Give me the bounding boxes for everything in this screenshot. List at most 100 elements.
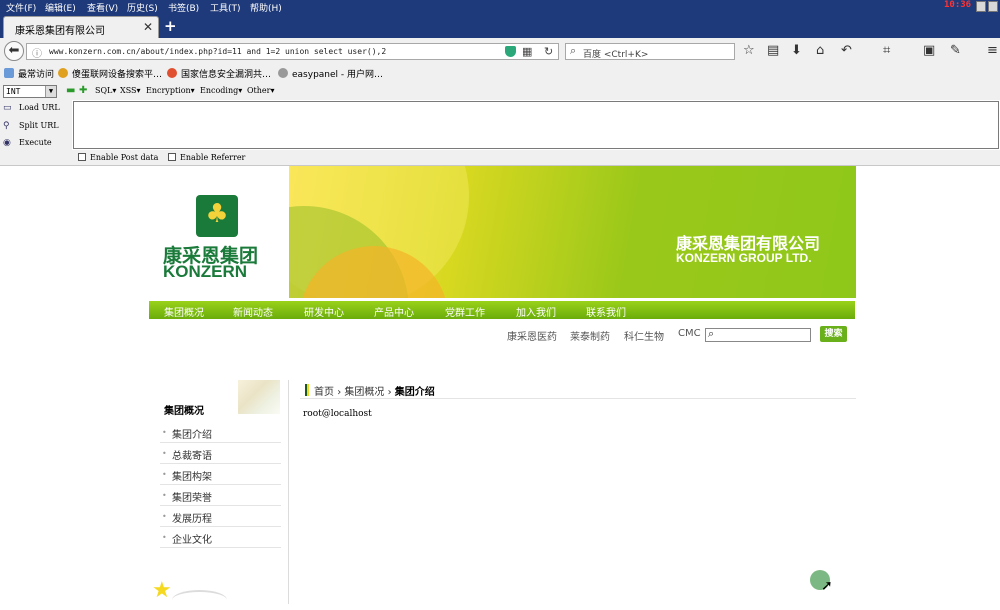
tree-icon: ♣ [205,199,229,229]
tab-strip: 康采恩集团有限公司 ✕ + [0,14,1000,38]
sidebar-item-label: 发展历程 [172,514,212,525]
breadcrumb-marker [305,384,309,396]
chevron-down-icon: ▼ [45,86,56,97]
checkbox-label: Enable Post data [90,153,159,162]
hackbar-type-select[interactable]: INT ▼ [3,85,57,98]
nav-rnd[interactable]: 研发中心 [304,304,344,319]
enable-referrer-checkbox[interactable]: Enable Referrer [168,153,245,162]
menu-bookmarks[interactable]: 书签(B) [168,1,199,14]
tab-konzern[interactable]: 康采恩集团有限公司 ✕ [3,16,159,38]
sidebar-item-label: 企业文化 [172,535,212,546]
close-tab-icon[interactable]: ✕ [143,20,153,34]
site-logo[interactable]: ♣ 康采恩集团 KONZERN [149,166,288,298]
hackbar-menu-sql[interactable]: SQL▾ [95,86,116,95]
nav-products[interactable]: 产品中心 [374,304,414,319]
breadcrumb-section[interactable]: 集团概况 [344,387,384,398]
hackbar-menu-encoding[interactable]: Encoding▾ [200,86,242,95]
bookmark-shodan[interactable]: 傻蛋联网设备搜索平… [58,67,162,80]
restore-icon[interactable] [976,1,986,12]
search-icon: ⌕ [570,44,577,57]
minus-icon[interactable]: ▬ [66,86,75,96]
execute-button[interactable]: ◉ Execute [3,138,52,148]
logo-emblem-icon: ♣ [196,195,238,237]
qr-code-icon[interactable]: ▦ [522,45,532,58]
sublink-pharma[interactable]: 康采恩医药 [507,328,557,343]
enable-post-checkbox[interactable]: Enable Post data [78,153,158,162]
info-icon[interactable]: ⓘ [32,45,42,60]
sidebar-item-history[interactable]: • 发展历程 [160,506,281,527]
sidebar-item-structure[interactable]: • 集团构架 [160,464,281,485]
star-bookmark-icon[interactable]: ☆ [743,43,755,58]
sidebar-item-intro[interactable]: • 集团介绍 [160,422,281,443]
load-url-label: Load URL [19,103,60,112]
bookmark-label: 傻蛋联网设备搜索平… [72,70,163,80]
load-url-button[interactable]: ▭ Load URL [3,103,60,113]
url-text[interactable]: www.konzern.com.cn/about/index.php?id=11… [49,47,386,56]
hackbar-actions: ▭ Load URL ⚲ Split URL ◉ Execute [0,100,72,150]
close-window-icon[interactable] [988,1,998,12]
breadcrumb-home[interactable]: 首页 [314,387,334,398]
home-icon[interactable]: ⌂ [816,43,824,58]
bookmark-label: 最常访问 [18,70,55,80]
menu-help[interactable]: 帮助(H) [250,1,282,14]
hackbar-url-textarea[interactable] [73,101,999,149]
bookmark-easypanel[interactable]: easypanel - 用户网… [278,67,383,80]
sublink-laitai[interactable]: 莱泰制药 [570,328,610,343]
sublink-keren[interactable]: 科仁生物 [624,328,664,343]
globe-icon [278,68,288,78]
globe-icon [167,68,177,78]
crop-icon[interactable]: ⌗ [883,43,890,58]
menu-view[interactable]: 查看(V) [87,1,118,14]
reading-list-icon[interactable]: ▤ [767,43,779,58]
menu-file[interactable]: 文件(F) [6,1,36,14]
execute-icon: ◉ [3,138,11,148]
hackbar-menu-encryption[interactable]: Encryption▾ [146,86,195,95]
sidebar-item-culture[interactable]: • 企业文化 [160,527,281,548]
back-button[interactable]: ⬅ [4,41,24,61]
bullet-icon: • [162,512,167,521]
hamburger-menu-icon[interactable]: ≡ [987,43,998,58]
search-placeholder: 百度 <Ctrl+K> [583,50,649,60]
sidebar-decoration [238,380,280,414]
tab-title: 康采恩集团有限公司 [15,26,105,37]
banner-image: 康采恩集团有限公司 KONZERN GROUP LTD. [289,166,856,298]
url-bar[interactable]: ⓘ www.konzern.com.cn/about/index.php?id=… [26,43,559,60]
checkbox-box[interactable] [168,153,176,161]
search-input[interactable]: ⌕ 百度 <Ctrl+K> [565,43,735,60]
hackbar-options: Enable Post data Enable Referrer [0,150,1000,166]
pen-icon[interactable]: ✎ [950,43,961,58]
sublink-cmc[interactable]: CMC [678,328,701,339]
hackbar-menu-other[interactable]: Other▾ [247,86,275,95]
plus-icon[interactable]: ✚ [79,86,87,96]
split-url-button[interactable]: ⚲ Split URL [3,121,59,131]
checkbox-box[interactable] [78,153,86,161]
nav-news[interactable]: 新闻动态 [233,304,273,319]
new-tab-button[interactable]: + [164,17,177,35]
site-search-button[interactable]: 搜索 [820,326,847,342]
bookmark-most-visited[interactable]: 最常访问 [4,67,54,80]
nav-contact[interactable]: 联系我们 [586,304,626,319]
arrow-left-icon: ⬅ [8,43,20,58]
shield-icon[interactable] [505,46,516,57]
nav-group-overview[interactable]: 集团概况 [164,304,204,319]
sidebar-item-president[interactable]: • 总裁寄语 [160,443,281,464]
menu-tools[interactable]: 工具(T) [210,1,241,14]
font-icon[interactable]: ▣ [923,43,935,58]
sidebar-item-honors[interactable]: • 集团荣誉 [160,485,281,506]
bullet-icon: • [162,449,167,458]
reload-icon[interactable]: ↻ [544,45,553,58]
breadcrumb-divider [300,398,856,399]
hackbar-menu-xss[interactable]: XSS▾ [120,86,141,95]
bookmark-folder-icon [4,68,14,78]
chevron-right-icon: › [387,387,395,398]
menu-edit[interactable]: 编辑(E) [45,1,76,14]
bookmark-cnvd[interactable]: 国家信息安全漏洞共… [167,67,271,80]
undo-icon[interactable]: ↶ [841,43,852,58]
nav-party-work[interactable]: 党群工作 [445,304,485,319]
nav-join-us[interactable]: 加入我们 [516,304,556,319]
select-value: INT [6,87,21,96]
download-icon[interactable]: ⬇ [791,43,802,58]
menu-history[interactable]: 历史(S) [127,1,158,14]
star-icon: ★ [152,578,172,603]
site-search-input[interactable]: ⌕ [705,327,811,342]
